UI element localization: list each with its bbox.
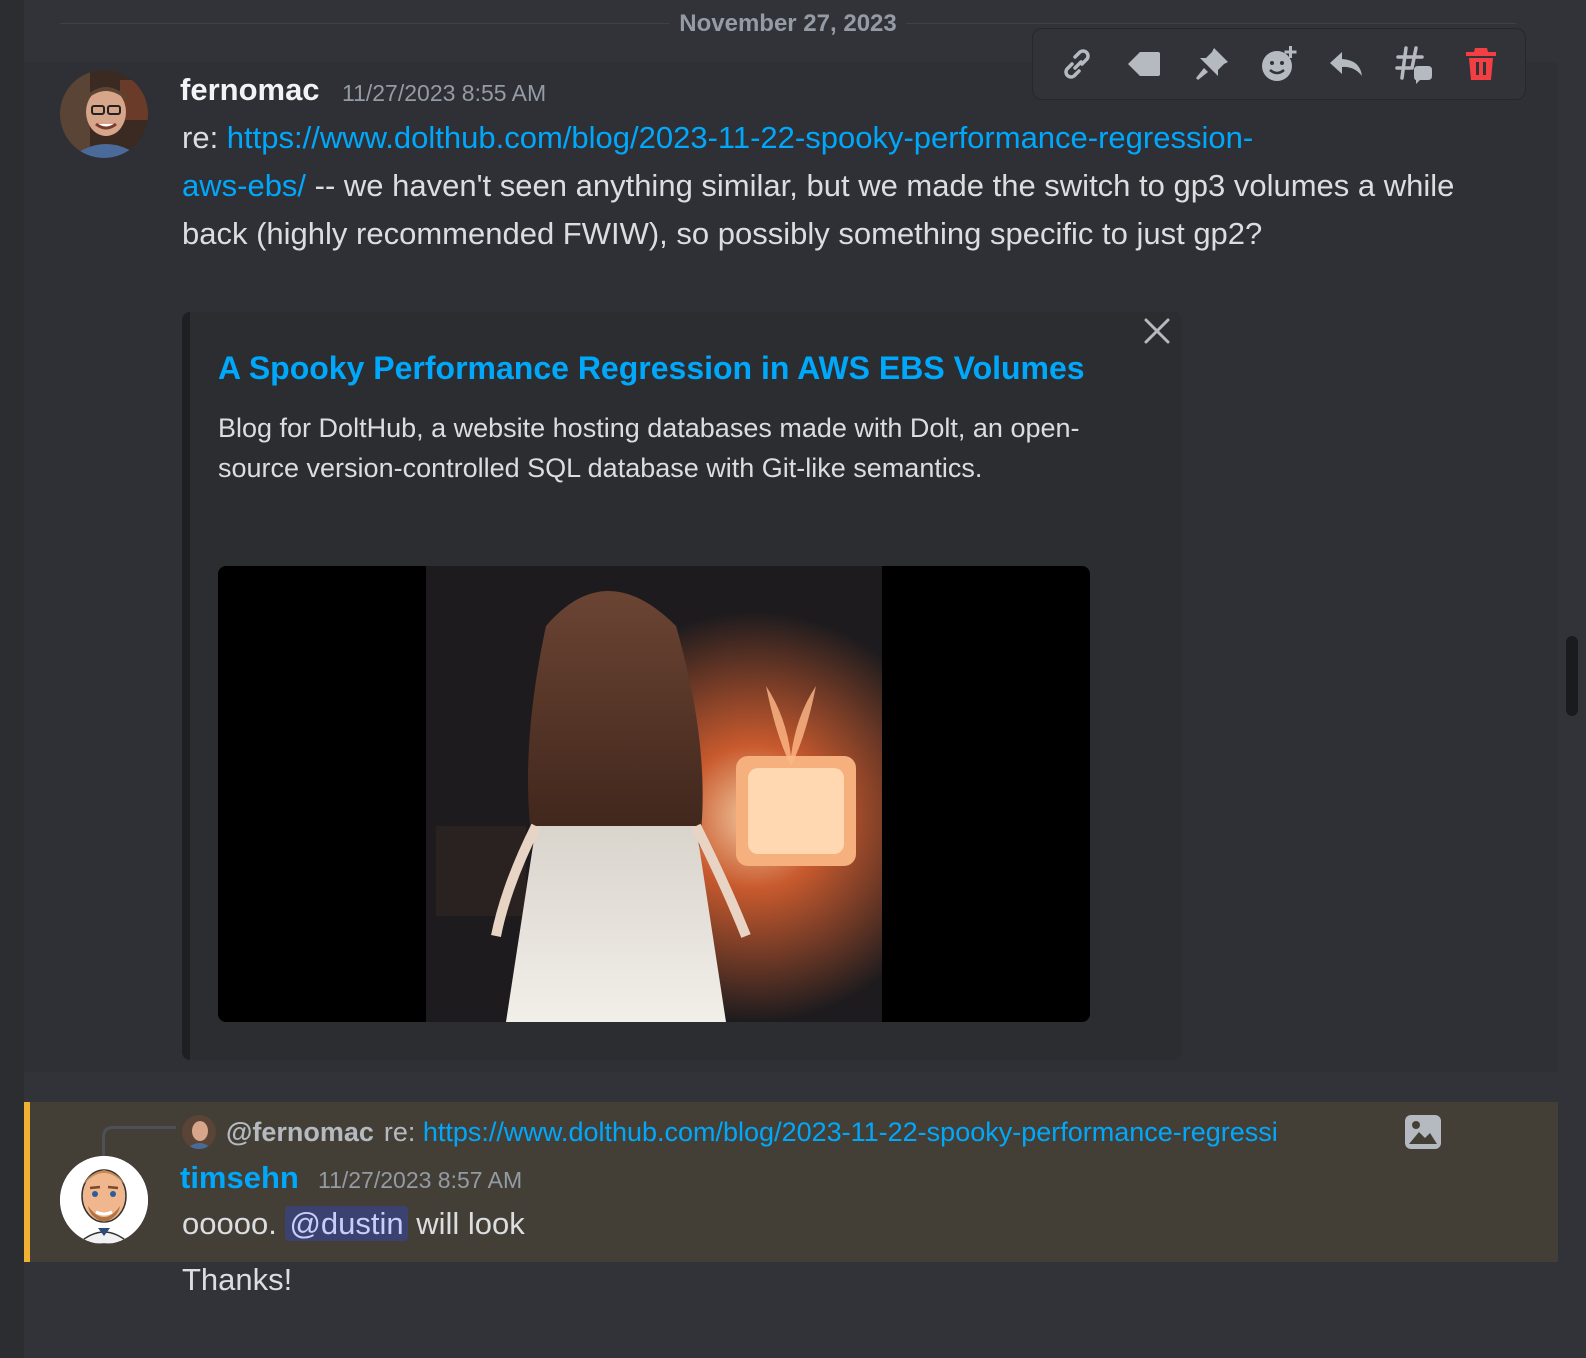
embed-description: Blog for DoltHub, a website hosting data… — [218, 413, 1080, 483]
message-username-timsehn[interactable]: timsehn — [180, 1160, 299, 1196]
create-thread-button[interactable] — [1387, 37, 1441, 91]
date-divider-label: November 27, 2023 — [669, 10, 907, 38]
delete-button[interactable] — [1454, 37, 1508, 91]
message-timestamp-timsehn[interactable]: 11/27/2023 8:57 AM — [318, 1167, 522, 1194]
reply-preview[interactable]: @fernomac re: https://www.dolthub.com/bl… — [182, 1112, 1442, 1152]
reply-username[interactable]: @fernomac — [226, 1117, 374, 1148]
image-icon — [1405, 1115, 1441, 1149]
reply-content-link: https://www.dolthub.com/blog/2023-11-22-… — [422, 1116, 1278, 1147]
reply-connector — [102, 1126, 176, 1158]
avatar-fernomac-image — [60, 70, 148, 158]
message-content-thanks: Thanks! — [182, 1262, 293, 1297]
link-embed: A Spooky Performance Regression in AWS E… — [182, 312, 1182, 1060]
reply-button[interactable] — [1319, 37, 1373, 91]
scrollbar-thumb[interactable] — [1566, 636, 1578, 716]
embed-thumbnail-image — [426, 566, 882, 1022]
close-icon — [1144, 318, 1170, 344]
message-content-timsehn: ooooo. @dustin will look — [182, 1206, 525, 1242]
message-link-part2: aws-ebs/ — [182, 168, 307, 203]
avatar-timsehn-image — [60, 1156, 148, 1244]
mark-unread-icon — [1128, 52, 1161, 76]
message-text-after-mention: will look — [407, 1206, 525, 1241]
left-edge — [0, 0, 24, 1358]
message-link-part1: https://www.dolthub.com/blog/2023-11-22-… — [226, 120, 1254, 155]
message-body-text: -- we haven't seen anything similar, but… — [182, 168, 1455, 251]
embed-image[interactable] — [218, 566, 1090, 1022]
avatar-timsehn[interactable] — [60, 1156, 148, 1244]
add-reaction-icon — [1261, 46, 1297, 81]
reply-content-prefix: re: — [383, 1116, 423, 1147]
copy-link-button[interactable] — [1050, 37, 1104, 91]
message-text-before-mention: ooooo. — [182, 1206, 286, 1241]
avatar-fernomac[interactable] — [60, 70, 148, 158]
message-username[interactable]: fernomac — [180, 72, 320, 108]
reply-icon — [1330, 52, 1363, 76]
reply-content[interactable]: re: https://www.dolthub.com/blog/2023-11… — [384, 1117, 1390, 1148]
embed-close-button[interactable] — [1138, 312, 1178, 352]
user-mention[interactable]: @dustin — [285, 1206, 408, 1241]
pin-icon — [1195, 48, 1228, 80]
mark-unread-button[interactable] — [1117, 37, 1171, 91]
create-thread-icon — [1395, 46, 1432, 84]
message-timestamp[interactable]: 11/27/2023 8:55 AM — [342, 80, 546, 107]
reply-avatar — [182, 1115, 216, 1149]
message-prefix: re: — [182, 120, 227, 155]
message-content: re: https://www.dolthub.com/blog/2023-11… — [182, 114, 1482, 258]
embed-title-link[interactable]: A Spooky Performance Regression in AWS E… — [218, 350, 1085, 387]
message-toolbar — [1032, 28, 1526, 100]
pin-button[interactable] — [1185, 37, 1239, 91]
delete-icon — [1466, 48, 1497, 80]
add-reaction-button[interactable] — [1252, 37, 1306, 91]
reply-avatar-image — [182, 1115, 216, 1149]
copy-link-icon — [1063, 49, 1090, 79]
